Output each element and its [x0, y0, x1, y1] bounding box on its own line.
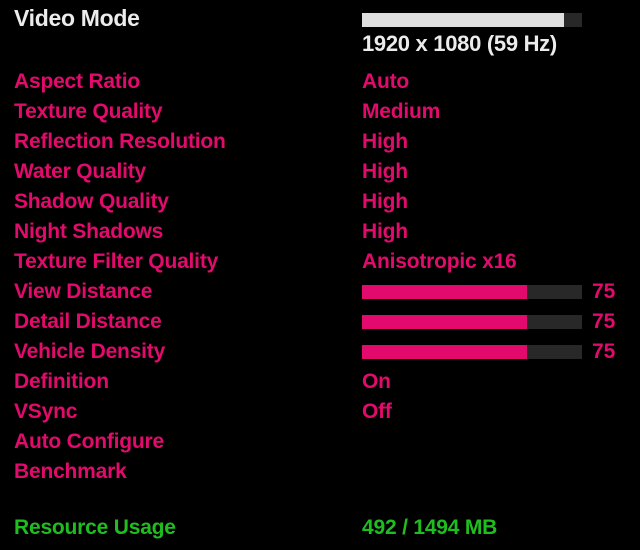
- setting-row[interactable]: Benchmark: [0, 457, 640, 487]
- setting-label: Texture Filter Quality: [14, 250, 219, 273]
- setting-row[interactable]: Detail Distance 75: [0, 307, 640, 337]
- setting-label: Vehicle Density: [14, 340, 166, 363]
- setting-row[interactable]: Texture Filter Quality Anisotropic x16: [0, 247, 640, 277]
- setting-value: High: [362, 160, 408, 183]
- setting-slider-fill: [362, 285, 527, 299]
- resource-usage-label: Resource Usage: [14, 516, 176, 539]
- resource-usage-row: Resource Usage 492 / 1494 MB: [0, 513, 640, 543]
- setting-row[interactable]: Definition On: [0, 367, 640, 397]
- setting-row[interactable]: Water Quality High: [0, 157, 640, 187]
- setting-row[interactable]: Aspect Ratio Auto: [0, 67, 640, 97]
- resolution-value: 1920 x 1080 (59 Hz): [362, 31, 557, 56]
- setting-label: Shadow Quality: [14, 190, 169, 213]
- setting-row[interactable]: Vehicle Density 75: [0, 337, 640, 367]
- setting-value: On: [362, 370, 391, 393]
- setting-slider-track[interactable]: [362, 315, 582, 329]
- setting-value: High: [362, 220, 408, 243]
- setting-value: Anisotropic x16: [362, 250, 517, 273]
- setting-label: Texture Quality: [14, 100, 163, 123]
- setting-label: Night Shadows: [14, 220, 164, 243]
- setting-row[interactable]: Texture Quality Medium: [0, 97, 640, 127]
- video-settings-screen: Video Mode 1920 x 1080 (59 Hz) Aspect Ra…: [0, 0, 640, 550]
- setting-slider-value: 75: [592, 310, 616, 333]
- setting-slider-track[interactable]: [362, 345, 582, 359]
- setting-row[interactable]: View Distance 75: [0, 277, 640, 307]
- setting-label: Water Quality: [14, 160, 146, 183]
- setting-row[interactable]: Shadow Quality High: [0, 187, 640, 217]
- setting-label: Reflection Resolution: [14, 130, 226, 153]
- setting-label: Aspect Ratio: [14, 70, 140, 93]
- setting-row[interactable]: VSync Off: [0, 397, 640, 427]
- setting-row[interactable]: Night Shadows High: [0, 217, 640, 247]
- setting-value: High: [362, 190, 408, 213]
- setting-row[interactable]: Auto Configure: [0, 427, 640, 457]
- setting-slider-fill: [362, 345, 527, 359]
- setting-value: Medium: [362, 100, 441, 123]
- setting-slider-track[interactable]: [362, 285, 582, 299]
- setting-slider-fill: [362, 315, 527, 329]
- setting-label: Detail Distance: [14, 310, 162, 333]
- setting-label: View Distance: [14, 280, 153, 303]
- setting-slider-value: 75: [592, 340, 616, 363]
- video-mode-slider-fill: [362, 13, 565, 27]
- setting-label: Auto Configure: [14, 430, 165, 453]
- setting-label: Definition: [14, 370, 109, 393]
- setting-row[interactable]: Reflection Resolution High: [0, 127, 640, 157]
- setting-value: Auto: [362, 70, 410, 93]
- resource-usage-value: 492 / 1494 MB: [362, 516, 498, 539]
- setting-value: Off: [362, 400, 392, 423]
- setting-label: Benchmark: [14, 460, 127, 483]
- setting-slider-value: 75: [592, 280, 616, 303]
- setting-label: VSync: [14, 400, 78, 423]
- setting-value: High: [362, 130, 408, 153]
- resolution-row: 1920 x 1080 (59 Hz): [0, 29, 640, 59]
- video-mode-slider-track[interactable]: [362, 13, 582, 27]
